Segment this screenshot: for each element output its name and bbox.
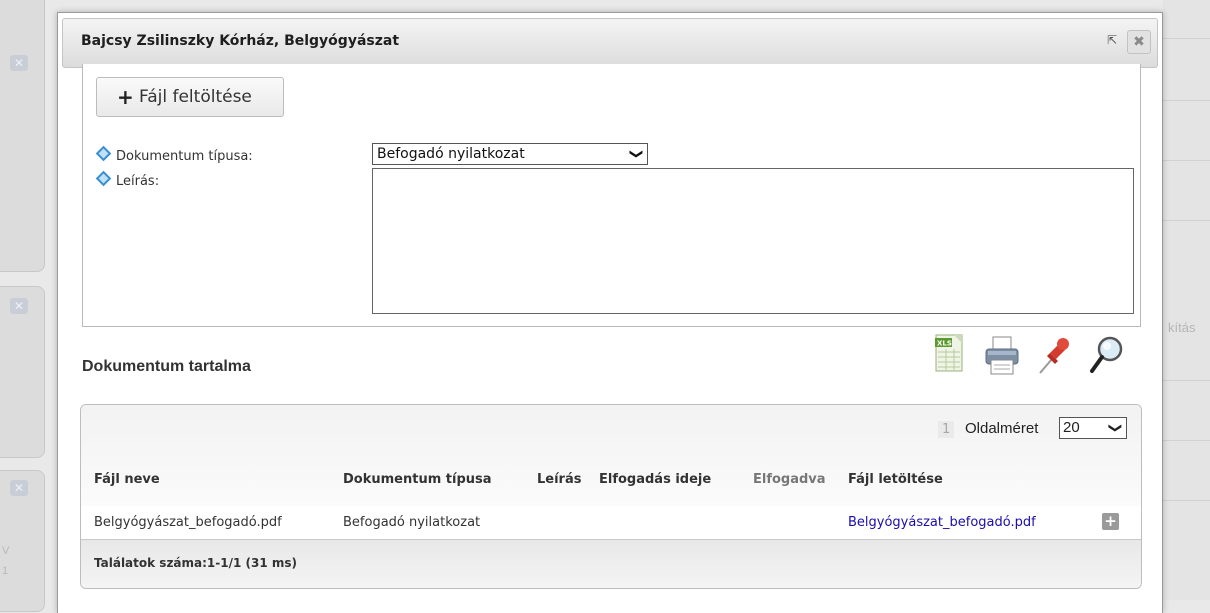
page-size-value: 20 <box>1063 419 1080 436</box>
background-letter: V <box>2 545 10 557</box>
grid-header: 1 Oldalméret 20 ❯ Fájl neve Dokumentum t… <box>81 405 1141 507</box>
page-size-label: Oldalméret <box>965 420 1039 437</box>
column-header-accepted: Elfogadva <box>753 472 826 487</box>
excel-export-icon[interactable]: XLS <box>930 333 970 379</box>
chevron-down-icon: ❯ <box>628 148 644 160</box>
documents-grid: 1 Oldalméret 20 ❯ Fájl neve Dokumentum t… <box>80 404 1142 589</box>
cell-doc-type: Befogadó nyilatkozat <box>343 515 481 530</box>
cell-file-name: Belgyógyászat_befogadó.pdf <box>94 515 282 530</box>
upload-form: + Fájl feltöltése Dokumentum típusa: Bef… <box>82 64 1141 327</box>
background-label: kítás <box>1168 320 1196 335</box>
doc-type-select[interactable]: Befogadó nyilatkozat ❯ <box>372 143 648 165</box>
doc-type-value: Befogadó nyilatkozat <box>377 146 525 162</box>
section-title: Dokumentum tartalma <box>82 358 251 375</box>
column-header-download: Fájl letöltése <box>848 472 943 487</box>
results-count: Találatok száma:1-1/1 (31 ms) <box>94 556 298 570</box>
grid-footer: Találatok száma:1-1/1 (31 ms) <box>81 540 1141 588</box>
document-dialog: Bajcsy Zsilinszky Kórház, Belgyógyászat … <box>57 12 1163 613</box>
column-header-doc-type[interactable]: Dokumentum típusa <box>343 472 492 487</box>
svg-text:XLS: XLS <box>937 340 952 348</box>
background-close-icon: ✕ <box>10 298 28 314</box>
column-header-file-name[interactable]: Fájl neve <box>94 472 160 487</box>
diamond-icon <box>95 145 112 162</box>
page-number[interactable]: 1 <box>938 421 955 438</box>
diamond-icon <box>95 170 112 187</box>
print-icon[interactable] <box>982 333 1022 379</box>
background-divider <box>1163 100 1210 101</box>
background-divider <box>1163 38 1210 39</box>
background-right-column <box>1163 0 1210 600</box>
plus-icon: + <box>117 85 134 109</box>
doc-type-label: Dokumentum típusa: <box>95 145 253 164</box>
table-row[interactable]: Belgyógyászat_befogadó.pdf Befogadó nyil… <box>81 506 1141 540</box>
dialog-titlebar[interactable]: Bajcsy Zsilinszky Kórház, Belgyógyászat … <box>62 18 1158 68</box>
background-divider <box>1163 160 1210 161</box>
upload-file-label: Fájl feltöltése <box>139 87 252 107</box>
pin-icon[interactable] <box>1034 333 1074 379</box>
close-button[interactable]: ✖ <box>1127 30 1151 54</box>
background-letter: 1 <box>2 565 9 577</box>
page-size-select[interactable]: 20 ❯ <box>1059 417 1127 439</box>
background-divider <box>1163 220 1210 221</box>
background-close-icon: ✕ <box>10 55 28 71</box>
background-panel <box>0 0 45 272</box>
background-divider <box>1163 380 1210 381</box>
description-label: Leírás: <box>95 170 159 189</box>
column-header-accepted-time[interactable]: Elfogadás ideje <box>599 472 711 487</box>
background-divider <box>1163 440 1210 441</box>
background-divider <box>1163 500 1210 501</box>
chevron-down-icon: ❯ <box>1108 422 1124 434</box>
background-close-icon: ✕ <box>10 480 28 496</box>
download-link[interactable]: Belgyógyászat_befogadó.pdf <box>848 515 1036 530</box>
description-textarea[interactable] <box>372 168 1134 314</box>
popout-icon[interactable]: ⇱ <box>1105 33 1119 47</box>
column-header-description[interactable]: Leírás <box>537 472 581 487</box>
expand-row-icon[interactable]: + <box>1102 513 1119 530</box>
upload-file-button[interactable]: + Fájl feltöltése <box>96 77 284 117</box>
dialog-title: Bajcsy Zsilinszky Kórház, Belgyógyászat <box>81 33 400 49</box>
search-icon[interactable] <box>1086 333 1126 379</box>
